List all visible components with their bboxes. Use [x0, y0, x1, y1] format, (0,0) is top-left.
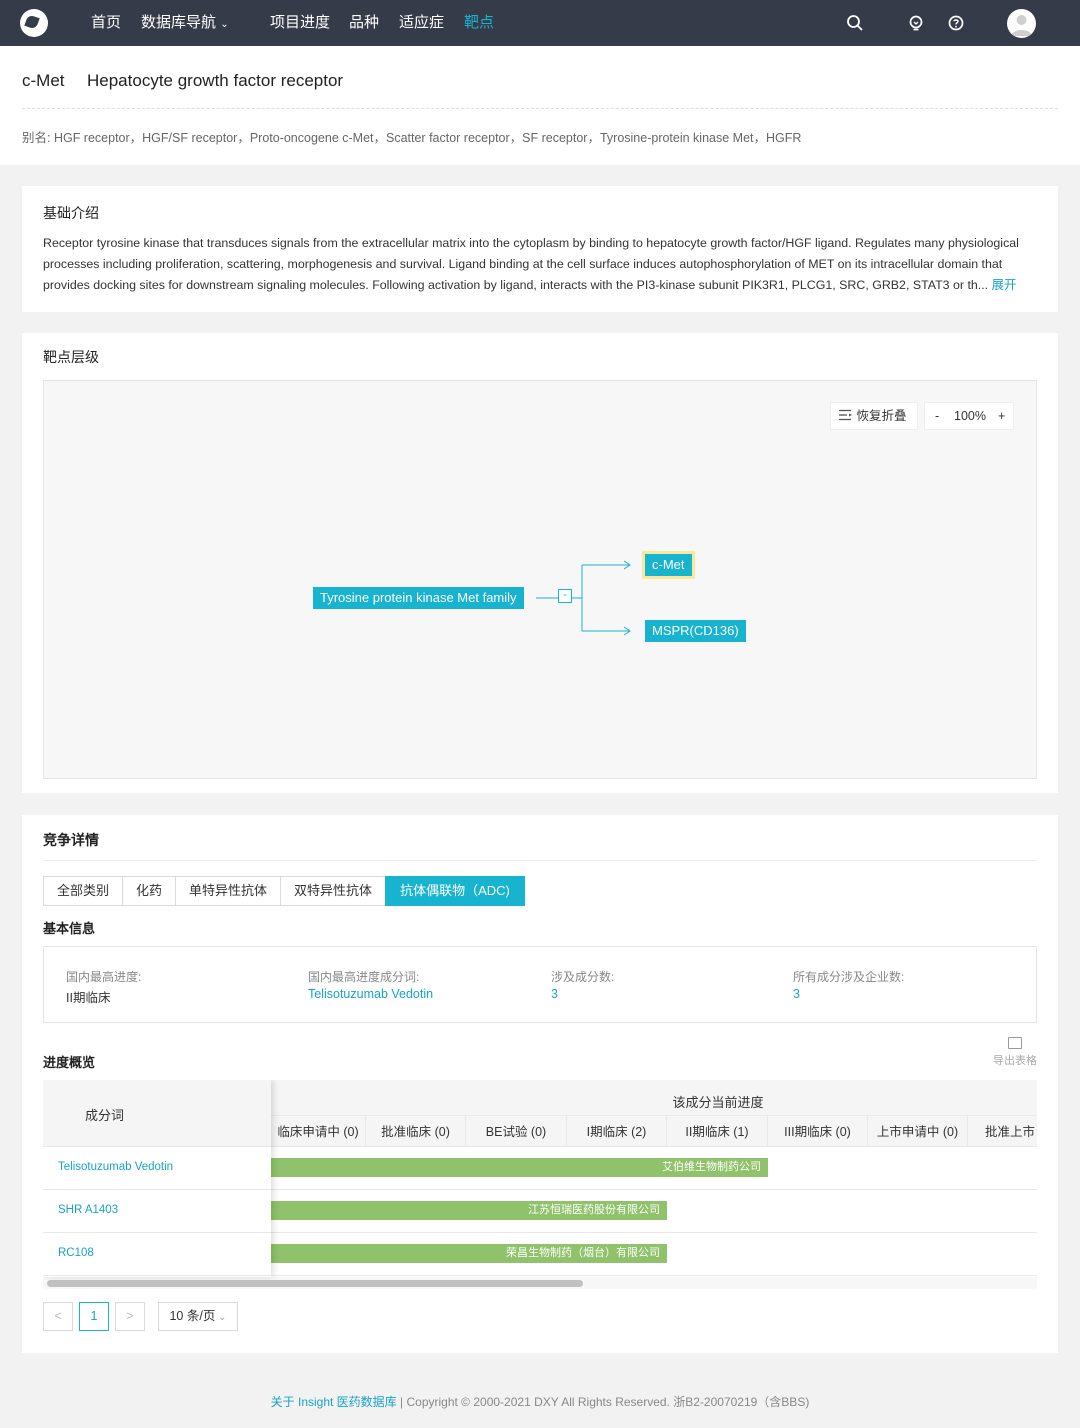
top-nav: 首页 数据库导航 ⌄ 项目进度 品种 适应症 靶点: [0, 0, 1080, 46]
basic-info-title: 基本信息: [43, 921, 96, 936]
progress-bar: 江苏恒瑞医药股份有限公司: [271, 1201, 667, 1220]
stage-header-phase-3: III期临床 (0): [768, 1115, 868, 1147]
progress-bar: 荣昌生物制药（烟台）有限公司: [271, 1244, 667, 1263]
tab-bispecific-antibody[interactable]: 双特异性抗体: [280, 876, 387, 906]
search-icon[interactable]: [845, 13, 865, 33]
logo-icon[interactable]: [20, 9, 48, 37]
expand-link[interactable]: 展开: [992, 278, 1017, 292]
nav-indications[interactable]: 适应症: [399, 14, 444, 32]
list-item: Telisotuzumab Vedotin: [43, 1147, 271, 1190]
tree-connectors: [536, 560, 631, 636]
hierarchy-tree[interactable]: 恢复折叠 - 100% + Tyrosine protein kinase Me…: [43, 380, 1037, 779]
nav-targets[interactable]: 靶点: [464, 14, 494, 32]
nav-database-label: 数据库导航: [141, 14, 217, 31]
stage-header-approved-clinical: 批准临床 (0): [366, 1115, 466, 1147]
page-1-button[interactable]: 1: [79, 1302, 109, 1331]
tree-node-c-met[interactable]: c-Met: [645, 554, 692, 576]
page-size-select[interactable]: 10 条/页 ⌄: [158, 1302, 238, 1331]
nav-projects[interactable]: 项目进度: [270, 14, 330, 32]
chevron-down-icon: ⌄: [220, 19, 229, 30]
target-abbr: c-Met: [22, 71, 65, 90]
info-value-company-count[interactable]: 3: [793, 987, 800, 1001]
compound-link[interactable]: RC108: [58, 1247, 94, 1259]
table-row: 艾伯维生物制药公司: [271, 1147, 1037, 1190]
nav-home[interactable]: 首页: [91, 14, 121, 32]
chevron-down-icon: ⌄: [215, 1312, 227, 1323]
stage-header-be-trial: BE试验 (0): [466, 1115, 567, 1147]
info-label-company-count: 所有成分涉及企业数:: [793, 970, 905, 984]
info-value-highest-stage: II期临床: [66, 991, 111, 1005]
progress-table: 该成分当前进度 临床申请中 (0) 批准临床 (0) BE试验 (0) I期临床…: [43, 1080, 1037, 1290]
list-item: RC108: [43, 1233, 271, 1276]
export-icon: [1008, 1037, 1022, 1049]
competition-card: 竞争详情 全部类别 化药 单特异性抗体 双特异性抗体 抗体偶联物（ADC) 基本…: [22, 815, 1058, 1353]
intro-text: Receptor tyrosine kinase that transduces…: [43, 233, 1039, 296]
table-row: 荣昌生物制药（烟台）有限公司: [271, 1233, 1037, 1276]
compound-header-label: 成分词: [85, 1108, 125, 1123]
prev-page-button[interactable]: <: [43, 1302, 73, 1331]
footer-copyright: | Copyright © 2000-2021 DXY All Rights R…: [400, 1395, 810, 1409]
export-table-button[interactable]: 导出表格: [992, 1037, 1038, 1068]
intro-card: 基础介绍 Receptor tyrosine kinase that trans…: [22, 186, 1058, 312]
info-value-highest-compound[interactable]: Telisotuzumab Vedotin: [308, 987, 433, 1001]
stage-header-application: 临床申请中 (0): [271, 1115, 366, 1147]
info-label-highest-stage: 国内最高进度:: [66, 970, 142, 984]
export-label: 导出表格: [993, 1055, 1037, 1067]
hierarchy-card: 靶点层级 恢复折叠 - 100% + Tyrosine protein kina…: [22, 333, 1058, 793]
page-size-label: 10 条/页: [169, 1309, 216, 1323]
info-value-compound-count[interactable]: 3: [551, 987, 558, 1001]
footer: 关于 Insight 医药数据库 | Copyright © 2000-2021…: [0, 1393, 1080, 1410]
hierarchy-title: 靶点层级: [43, 349, 99, 365]
tab-monospecific-antibody[interactable]: 单特异性抗体: [175, 876, 282, 906]
info-label-highest-compound: 国内最高进度成分词:: [308, 970, 420, 984]
table-row: 江苏恒瑞医药股份有限公司: [271, 1190, 1037, 1233]
compound-link[interactable]: SHR A1403: [58, 1204, 118, 1216]
tab-all[interactable]: 全部类别: [43, 876, 124, 906]
tree-node-root[interactable]: Tyrosine protein kinase Met family: [313, 587, 524, 609]
competition-divider: [43, 860, 1037, 861]
target-header: c-Met Hepatocyte growth factor receptor …: [0, 46, 1080, 165]
horizontal-scrollbar[interactable]: [47, 1280, 583, 1287]
list-item: SHR A1403: [43, 1190, 271, 1233]
progress-overview-title: 进度概览: [43, 1055, 96, 1070]
progress-bar: 艾伯维生物制药公司: [271, 1158, 768, 1177]
compound-column: 成分词 Telisotuzumab Vedotin SHR A1403 RC10…: [43, 1080, 271, 1277]
intro-title: 基础介绍: [43, 205, 99, 221]
stage-header-phase-1: I期临床 (2): [567, 1115, 667, 1147]
target-aliases: 别名: HGF receptor，HGF/SF receptor，Proto-o…: [22, 131, 802, 145]
tab-chemical[interactable]: 化药: [122, 876, 177, 906]
compound-link[interactable]: Telisotuzumab Vedotin: [58, 1161, 173, 1173]
next-page-button[interactable]: >: [115, 1302, 145, 1331]
footer-about-link[interactable]: 关于 Insight 医药数据库: [271, 1395, 397, 1409]
tree-node-mspr[interactable]: MSPR(CD136): [645, 620, 746, 642]
stage-group-title: 该成分当前进度: [672, 1095, 764, 1110]
nav-database[interactable]: 数据库导航 ⌄: [141, 14, 229, 34]
nav-varieties[interactable]: 品种: [349, 14, 379, 32]
help-icon[interactable]: [946, 13, 966, 33]
stage-header-market-application: 上市申请中 (0): [868, 1115, 968, 1147]
stage-header-phase-2: II期临床 (1): [667, 1115, 768, 1147]
user-avatar[interactable]: [1007, 9, 1036, 38]
category-tabs: 全部类别 化药 单特异性抗体 双特异性抗体 抗体偶联物（ADC): [43, 876, 525, 906]
stage-header-approved-market: 批准上市: [968, 1115, 1037, 1147]
user-icon: [1011, 15, 1032, 36]
compound-header: 成分词: [43, 1080, 271, 1147]
basic-info-box: 国内最高进度: II期临床 国内最高进度成分词: Telisotuzumab V…: [43, 946, 1037, 1023]
bulb-icon[interactable]: [906, 13, 926, 33]
tab-adc[interactable]: 抗体偶联物（ADC): [385, 876, 525, 906]
info-label-compound-count: 涉及成分数:: [551, 970, 615, 984]
intro-body: Receptor tyrosine kinase that transduces…: [43, 236, 1019, 292]
collapse-toggle[interactable]: -: [558, 589, 572, 603]
header-divider: [22, 108, 1058, 109]
target-full-name: Hepatocyte growth factor receptor: [87, 71, 344, 90]
progress-table-header: 该成分当前进度 临床申请中 (0) 批准临床 (0) BE试验 (0) I期临床…: [271, 1080, 1037, 1147]
competition-title: 竞争详情: [43, 832, 99, 848]
